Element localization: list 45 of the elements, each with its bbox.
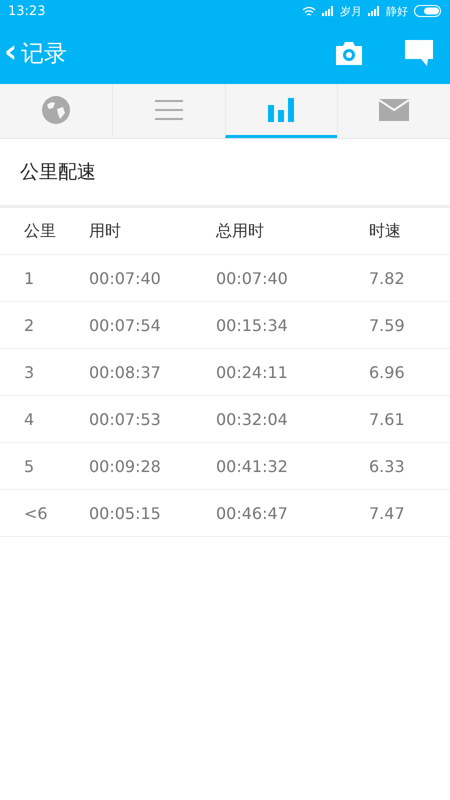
camera-icon [334,40,364,66]
section-title: 公里配速 [0,139,450,208]
table-cell-text: 1 [24,268,36,288]
table-cell-text: 00:07:54 [89,316,162,334]
menu-icon [154,98,183,122]
column-header: 总用时 [216,220,265,242]
tab[interactable] [224,84,338,138]
column-header: 公里 [24,220,57,242]
signal-icon [322,6,334,16]
table-cell-text: 00:46:47 [216,504,289,522]
back-button[interactable]: ‹ [4,35,18,67]
table-cell-text: 00:07:53 [89,410,162,428]
table-cell-text: 6.96 [369,362,406,382]
table-cell-text: 00:07:40 [216,268,289,288]
table-cell-text: 00:07:40 [89,268,162,288]
battery-icon [414,5,442,17]
chat-bubble-icon [404,39,434,67]
table-cell-text: 00:32:04 [216,410,289,428]
column-header: 时速 [369,220,402,242]
globe-icon [40,94,71,124]
clock-time: 13:23 [8,4,46,18]
table-cell-text: 00:09:28 [89,456,162,476]
table-cell-text: 7.61 [369,410,406,428]
page-title: 记录 [21,40,68,68]
column-header: 用时 [89,220,122,242]
mail-icon [379,98,410,120]
table-cell-text: 00:24:11 [216,362,289,382]
wifi-icon [302,6,316,16]
table-cell-text: 4 [24,410,36,428]
table-cell-text: 3 [24,362,36,382]
signal-icon [368,6,380,16]
table-cell-text: 5 [24,456,36,476]
table-cell-text: 7.82 [369,268,406,288]
table-cell-text: 00:05:15 [89,504,162,522]
carrier-name: 岁月 [340,4,362,18]
table-cell-text: 7.47 [369,504,406,522]
table-cell-text: 2 [24,316,36,334]
table-cell-text: 00:41:32 [216,456,289,476]
table-cell-text: <6 [24,504,49,522]
table-cell-text: 7.59 [369,316,406,334]
table-cell-text: 6.33 [369,456,406,476]
carrier-name: 静好 [386,4,408,18]
table-cell-text: 00:15:34 [216,316,289,334]
bar-chart-icon [268,98,294,122]
table-cell-text: 00:08:37 [89,362,162,382]
